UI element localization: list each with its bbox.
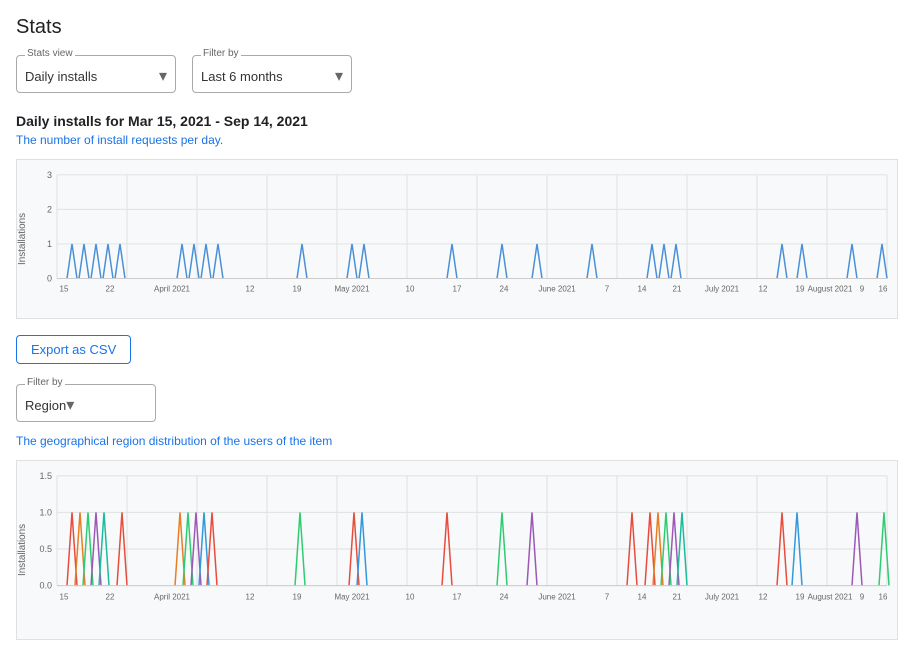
svg-text:1.0: 1.0 [39, 507, 52, 517]
svg-text:16: 16 [879, 592, 888, 601]
svg-text:9: 9 [860, 284, 865, 293]
svg-text:10: 10 [406, 592, 415, 601]
region-dropdown[interactable]: Filter by Region ▾ [16, 384, 156, 422]
svg-text:May 2021: May 2021 [334, 592, 370, 601]
svg-text:August 2021: August 2021 [808, 592, 853, 601]
svg-text:19: 19 [293, 284, 302, 293]
svg-text:15: 15 [60, 284, 69, 293]
svg-text:14: 14 [638, 592, 647, 601]
svg-text:24: 24 [500, 284, 509, 293]
svg-text:10: 10 [406, 284, 415, 293]
stats-view-dropdown[interactable]: Stats view Daily installs ▾ [16, 55, 176, 93]
stats-view-label: Stats view [25, 48, 75, 59]
svg-text:12: 12 [246, 284, 255, 293]
svg-text:12: 12 [246, 592, 255, 601]
svg-text:3: 3 [47, 170, 52, 180]
svg-text:7: 7 [605, 284, 610, 293]
chart2-subtitle: The geographical region distribution of … [16, 434, 898, 448]
svg-text:21: 21 [673, 592, 682, 601]
svg-text:Installations: Installations [17, 213, 28, 265]
region-select[interactable]: Region ▾ [25, 389, 74, 417]
svg-text:1.5: 1.5 [39, 471, 52, 481]
chart1-title: Daily installs for Mar 15, 2021 - Sep 14… [16, 113, 898, 129]
stats-view-value: Daily installs [25, 69, 97, 84]
svg-text:17: 17 [453, 592, 462, 601]
svg-text:June 2021: June 2021 [538, 592, 576, 601]
svg-text:August 2021: August 2021 [808, 284, 853, 293]
svg-text:17: 17 [453, 284, 462, 293]
svg-text:0: 0 [47, 274, 52, 284]
svg-text:22: 22 [106, 592, 115, 601]
chart1-subtitle: The number of install requests per day. [16, 133, 898, 147]
svg-text:April 2021: April 2021 [154, 284, 191, 293]
svg-text:12: 12 [759, 284, 768, 293]
stats-view-arrow-icon: ▾ [159, 66, 167, 86]
svg-text:12: 12 [759, 592, 768, 601]
svg-text:0.5: 0.5 [39, 544, 52, 554]
svg-text:16: 16 [879, 284, 888, 293]
chart1-container: Installations 3 2 1 0 [16, 159, 898, 319]
svg-text:14: 14 [638, 284, 647, 293]
svg-text:July 2021: July 2021 [705, 284, 740, 293]
chart2-svg: Installations 1.5 1.0 0.5 0.0 [17, 461, 897, 639]
svg-text:22: 22 [106, 284, 115, 293]
svg-text:June 2021: June 2021 [538, 284, 576, 293]
chart2-container: Installations 1.5 1.0 0.5 0.0 [16, 460, 898, 640]
filter-by-select[interactable]: Last 6 months ▾ [201, 60, 343, 88]
region-section: Filter by Region ▾ The geographical regi… [16, 384, 898, 640]
filter-by-label: Filter by [201, 48, 241, 59]
export-csv-button[interactable]: Export as CSV [16, 335, 131, 364]
svg-text:9: 9 [860, 592, 865, 601]
svg-text:Installations: Installations [17, 524, 28, 576]
svg-text:19: 19 [796, 592, 805, 601]
svg-text:0.0: 0.0 [39, 581, 52, 591]
chart1-section: Daily installs for Mar 15, 2021 - Sep 14… [16, 113, 898, 319]
page-title: Stats [16, 16, 898, 39]
svg-text:15: 15 [60, 592, 69, 601]
svg-text:19: 19 [796, 284, 805, 293]
region-filter-label: Filter by [25, 377, 65, 388]
chart1-svg: Installations 3 2 1 0 [17, 160, 897, 318]
svg-text:2: 2 [47, 204, 52, 214]
stats-view-select[interactable]: Daily installs ▾ [25, 60, 167, 88]
svg-text:July 2021: July 2021 [705, 592, 740, 601]
filter-by-value: Last 6 months [201, 69, 283, 84]
svg-text:May 2021: May 2021 [334, 284, 370, 293]
svg-text:April 2021: April 2021 [154, 592, 191, 601]
filter-by-arrow-icon: ▾ [335, 66, 343, 86]
controls-row: Stats view Daily installs ▾ Filter by La… [16, 55, 898, 93]
svg-text:21: 21 [673, 284, 682, 293]
filter-by-dropdown[interactable]: Filter by Last 6 months ▾ [192, 55, 352, 93]
svg-text:24: 24 [500, 592, 509, 601]
svg-text:7: 7 [605, 592, 610, 601]
region-value: Region [25, 398, 66, 413]
region-arrow-icon: ▾ [66, 395, 74, 415]
svg-text:1: 1 [47, 239, 52, 249]
svg-text:19: 19 [293, 592, 302, 601]
